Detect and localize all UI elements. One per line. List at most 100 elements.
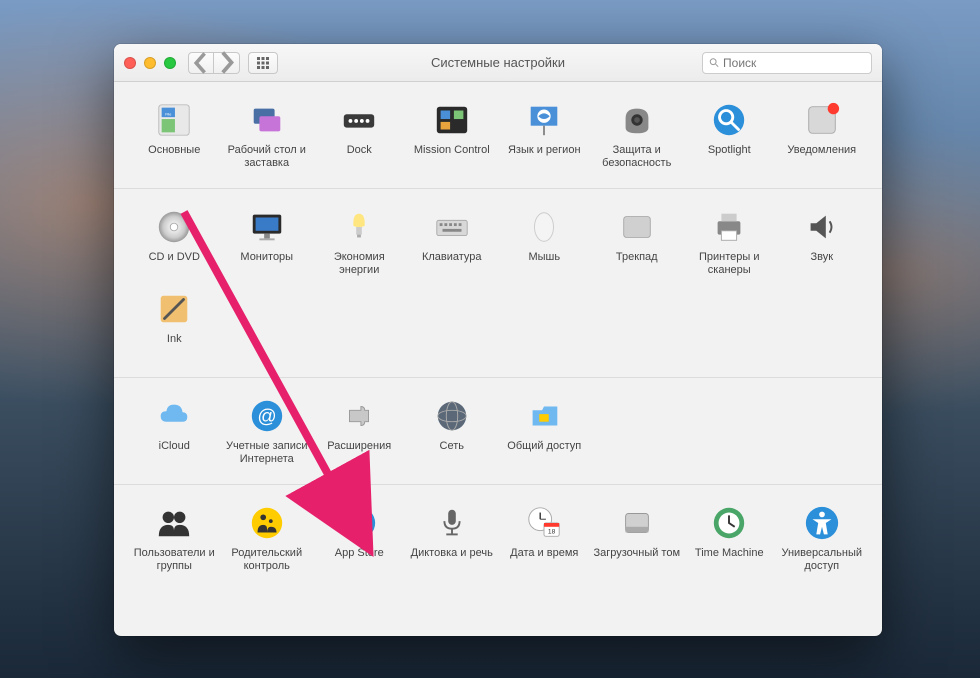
show-all-button[interactable] xyxy=(248,52,278,74)
pref-label: Экономия энергии xyxy=(315,251,404,277)
pref-label: Уведомления xyxy=(787,144,856,170)
pref-label: Учетные записи Интернета xyxy=(223,440,312,466)
close-button[interactable] xyxy=(124,57,136,69)
pref-label: Защита и безопасность xyxy=(593,144,682,170)
timemachine-icon xyxy=(710,504,748,542)
pref-energy[interactable]: Экономия энергии xyxy=(313,203,406,285)
system-preferences-window: Системные настройки File Основные Рабочи… xyxy=(114,44,882,636)
preference-panel: File Основные Рабочий стол и заставка Do… xyxy=(114,82,882,591)
datetime-icon: 18 xyxy=(525,504,563,542)
pref-label: Клавиатура xyxy=(422,251,482,277)
search-field[interactable] xyxy=(702,52,872,74)
section-system: Пользователи и группы Родительский контр… xyxy=(114,485,882,591)
icloud-icon xyxy=(155,397,193,435)
zoom-button[interactable] xyxy=(164,57,176,69)
titlebar: Системные настройки xyxy=(114,44,882,82)
pref-ink[interactable]: Ink xyxy=(128,285,221,367)
pref-label: Mission Control xyxy=(414,144,490,170)
pref-timemachine[interactable]: Time Machine xyxy=(683,499,776,581)
mouse-icon xyxy=(525,208,563,246)
search-input[interactable] xyxy=(723,56,865,70)
pref-label: Диктовка и речь xyxy=(411,547,493,573)
pref-label: CD и DVD xyxy=(149,251,200,277)
pref-label: Расширения xyxy=(327,440,391,466)
pref-parental[interactable]: Родительский контроль xyxy=(221,499,314,581)
pref-label: Мышь xyxy=(528,251,560,277)
pref-mouse[interactable]: Мышь xyxy=(498,203,591,285)
svg-text:@: @ xyxy=(257,407,276,428)
pref-dock[interactable]: Dock xyxy=(313,96,406,178)
pref-label: Dock xyxy=(347,144,372,170)
back-button[interactable] xyxy=(188,52,214,74)
pref-label: Рабочий стол и заставка xyxy=(223,144,312,170)
pref-language[interactable]: Язык и регион xyxy=(498,96,591,178)
pref-label: Универсальный доступ xyxy=(778,547,867,573)
chevron-right-icon xyxy=(214,50,239,75)
general-icon: File xyxy=(155,101,193,139)
pref-label: iCloud xyxy=(159,440,190,466)
pref-label: Загрузочный том xyxy=(593,547,680,573)
parental-icon xyxy=(248,504,286,542)
svg-text:File: File xyxy=(165,112,171,116)
pref-label: Звук xyxy=(810,251,833,277)
pref-network[interactable]: Сеть xyxy=(406,392,499,474)
pref-datetime[interactable]: 18 Дата и время xyxy=(498,499,591,581)
nav-buttons xyxy=(188,52,240,74)
minimize-button[interactable] xyxy=(144,57,156,69)
forward-button[interactable] xyxy=(214,52,240,74)
displays-icon xyxy=(248,208,286,246)
pref-extensions[interactable]: Расширения xyxy=(313,392,406,474)
pref-label: Мониторы xyxy=(240,251,293,277)
pref-internet-accounts[interactable]: @ Учетные записи Интернета xyxy=(221,392,314,474)
accounts-icon: @ xyxy=(248,397,286,435)
pref-label: Spotlight xyxy=(708,144,751,170)
pref-general[interactable]: File Основные xyxy=(128,96,221,178)
pref-mission-control[interactable]: Mission Control xyxy=(406,96,499,178)
pref-users[interactable]: Пользователи и группы xyxy=(128,499,221,581)
spotlight-icon xyxy=(710,101,748,139)
users-icon xyxy=(155,504,193,542)
window-controls xyxy=(124,57,176,69)
security-icon xyxy=(618,101,656,139)
section-hardware: CD и DVD Мониторы Экономия энергии Клави… xyxy=(114,189,882,378)
pref-appstore[interactable]: App Store xyxy=(313,499,406,581)
pref-keyboard[interactable]: Клавиатура xyxy=(406,203,499,285)
pref-sharing[interactable]: Общий доступ xyxy=(498,392,591,474)
section-internet: iCloud @ Учетные записи Интернета Расшир… xyxy=(114,378,882,485)
pref-spotlight[interactable]: Spotlight xyxy=(683,96,776,178)
trackpad-icon xyxy=(618,208,656,246)
pref-label: Основные xyxy=(148,144,200,170)
pref-cd-dvd[interactable]: CD и DVD xyxy=(128,203,221,285)
pref-label: App Store xyxy=(335,547,384,573)
energy-icon xyxy=(340,208,378,246)
printer-icon xyxy=(710,208,748,246)
dock-icon xyxy=(340,101,378,139)
sharing-icon xyxy=(525,397,563,435)
pref-desktop[interactable]: Рабочий стол и заставка xyxy=(221,96,314,178)
pref-accessibility[interactable]: Универсальный доступ xyxy=(776,499,869,581)
pref-displays[interactable]: Мониторы xyxy=(221,203,314,285)
pref-sound[interactable]: Звук xyxy=(776,203,869,285)
language-icon xyxy=(525,101,563,139)
startup-icon xyxy=(618,504,656,542)
pref-startup[interactable]: Загрузочный том xyxy=(591,499,684,581)
chevron-left-icon xyxy=(189,51,213,75)
pref-trackpad[interactable]: Трекпад xyxy=(591,203,684,285)
extensions-icon xyxy=(340,397,378,435)
mission-control-icon xyxy=(433,101,471,139)
notifications-icon xyxy=(803,101,841,139)
appstore-icon xyxy=(340,504,378,542)
pref-label: Трекпад xyxy=(616,251,658,277)
pref-label: Принтеры и сканеры xyxy=(685,251,774,277)
pref-label: Родительский контроль xyxy=(223,547,312,573)
disc-icon xyxy=(155,208,193,246)
pref-notifications[interactable]: Уведомления xyxy=(776,96,869,178)
pref-dictation[interactable]: Диктовка и речь xyxy=(406,499,499,581)
pref-printers[interactable]: Принтеры и сканеры xyxy=(683,203,776,285)
accessibility-icon xyxy=(803,504,841,542)
pref-security[interactable]: Защита и безопасность xyxy=(591,96,684,178)
ink-icon xyxy=(155,290,193,328)
pref-icloud[interactable]: iCloud xyxy=(128,392,221,474)
grid-icon xyxy=(256,56,270,70)
section-personal: File Основные Рабочий стол и заставка Do… xyxy=(114,82,882,189)
